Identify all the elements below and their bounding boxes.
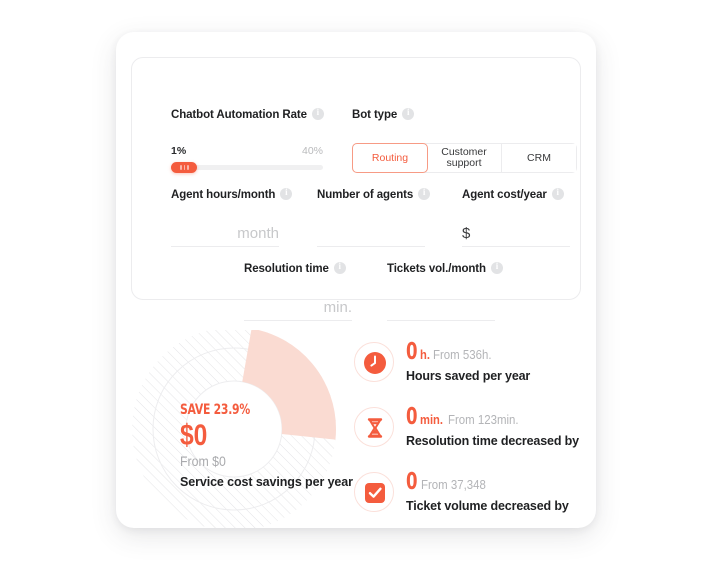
- metric-resolution-time: 0 min. From 123min. Resolution time decrea…: [354, 405, 594, 459]
- metric-caption: Hours saved per year: [406, 369, 531, 383]
- agent-hours-input[interactable]: month: [171, 214, 279, 247]
- info-icon[interactable]: [311, 107, 324, 120]
- agent-cost-value: $: [462, 225, 471, 242]
- metric-from: From 536h.: [432, 347, 492, 362]
- slider-grip-line: [187, 165, 189, 170]
- tickets-volume-label: Tickets vol./month: [387, 262, 486, 275]
- savings-amount: $0: [180, 419, 208, 452]
- agent-hours-group: Agent hours/month month: [171, 186, 293, 247]
- hourglass-icon: [367, 418, 383, 438]
- slider-scale: 1% 40%: [171, 145, 323, 161]
- metric-text: 0 h. From 536h. Hours saved per year: [406, 340, 606, 383]
- metric-from: From 123min.: [448, 412, 519, 427]
- metric-ticket-volume: 0 From 37,348 Ticket volume decreased by: [354, 470, 594, 524]
- slider-max-label: 40%: [301, 145, 323, 157]
- agent-hours-placeholder: month: [237, 225, 279, 242]
- bot-type-option-label: Routing: [371, 151, 409, 164]
- savings-from-label: From $0: [180, 453, 226, 469]
- agent-cost-group: Agent cost/year $: [462, 186, 570, 247]
- checkbox-icon: [365, 483, 385, 503]
- slider-min-label: 1%: [171, 145, 187, 157]
- automation-rate-label: Chatbot Automation Rate: [171, 108, 307, 121]
- resolution-time-label: Resolution time: [244, 262, 329, 275]
- info-icon[interactable]: [402, 107, 415, 120]
- info-icon[interactable]: [490, 261, 503, 274]
- info-icon[interactable]: [333, 261, 346, 274]
- metric-headline: 0 min. From 123min.: [406, 405, 606, 432]
- metric-caption: Ticket volume decreased by: [406, 499, 569, 513]
- bot-type-option-customer-support[interactable]: Customer support: [427, 144, 502, 172]
- metric-value: 0: [406, 404, 418, 430]
- calculator-form-card: Chatbot Automation Rate 1% 40% Bot type …: [131, 57, 581, 321]
- metric-hours-saved: 0 h. From 536h. Hours saved per year: [354, 340, 594, 394]
- bot-type-option-label: CRM: [527, 151, 551, 164]
- metric-headline: 0 From 37,348: [406, 470, 606, 497]
- automation-rate-slider[interactable]: [171, 162, 323, 173]
- bot-type-group: Bot type Routing Customer support CRM: [352, 106, 577, 173]
- bot-type-option-label: Customer support: [441, 146, 487, 169]
- slider-grip-line: [180, 165, 182, 170]
- checkbox-icon-ring: [354, 472, 394, 512]
- number-of-agents-input[interactable]: [317, 214, 425, 247]
- metric-text: 0 From 37,348 Ticket volume decreased by: [406, 470, 606, 513]
- info-icon[interactable]: [551, 187, 564, 200]
- agent-cost-label: Agent cost/year: [462, 188, 547, 201]
- bot-type-option-routing[interactable]: Routing: [352, 143, 428, 173]
- agent-cost-input[interactable]: $: [462, 214, 570, 247]
- hourglass-icon-ring: [354, 407, 394, 447]
- metric-caption: Resolution time decreased by: [406, 434, 579, 448]
- automation-rate-group: Chatbot Automation Rate 1% 40%: [171, 106, 331, 173]
- number-of-agents-label: Number of agents: [317, 188, 414, 201]
- metric-text: 0 min. From 123min. Resolution time decrea…: [406, 405, 606, 448]
- save-percent-label: SAVE 23.9%: [180, 402, 250, 418]
- number-of-agents-group: Number of agents: [317, 186, 431, 247]
- slider-thumb[interactable]: [171, 162, 197, 173]
- metric-unit: h.: [420, 347, 431, 362]
- metric-value: 0: [406, 469, 418, 495]
- roi-calculator-card: Chatbot Automation Rate 1% 40% Bot type …: [116, 32, 596, 531]
- savings-donut-chart: SAVE 23.9% $0 From $0 Service cost savin…: [126, 327, 353, 531]
- metric-headline: 0 h. From 536h.: [406, 340, 606, 367]
- metric-from: From 37,348: [421, 477, 487, 492]
- bot-type-option-crm[interactable]: CRM: [502, 144, 576, 172]
- metric-unit: min.: [420, 412, 444, 427]
- clock-icon-ring: [354, 342, 394, 382]
- clock-icon: [364, 352, 386, 374]
- slider-grip-line: [183, 165, 185, 170]
- info-icon[interactable]: [418, 187, 431, 200]
- info-icon[interactable]: [280, 187, 293, 200]
- metric-value: 0: [406, 339, 418, 365]
- agent-hours-label: Agent hours/month: [171, 188, 276, 201]
- bot-type-label: Bot type: [352, 108, 398, 121]
- results-section: SAVE 23.9% $0 From $0 Service cost savin…: [116, 312, 596, 531]
- bot-type-options: Routing Customer support CRM: [352, 143, 577, 173]
